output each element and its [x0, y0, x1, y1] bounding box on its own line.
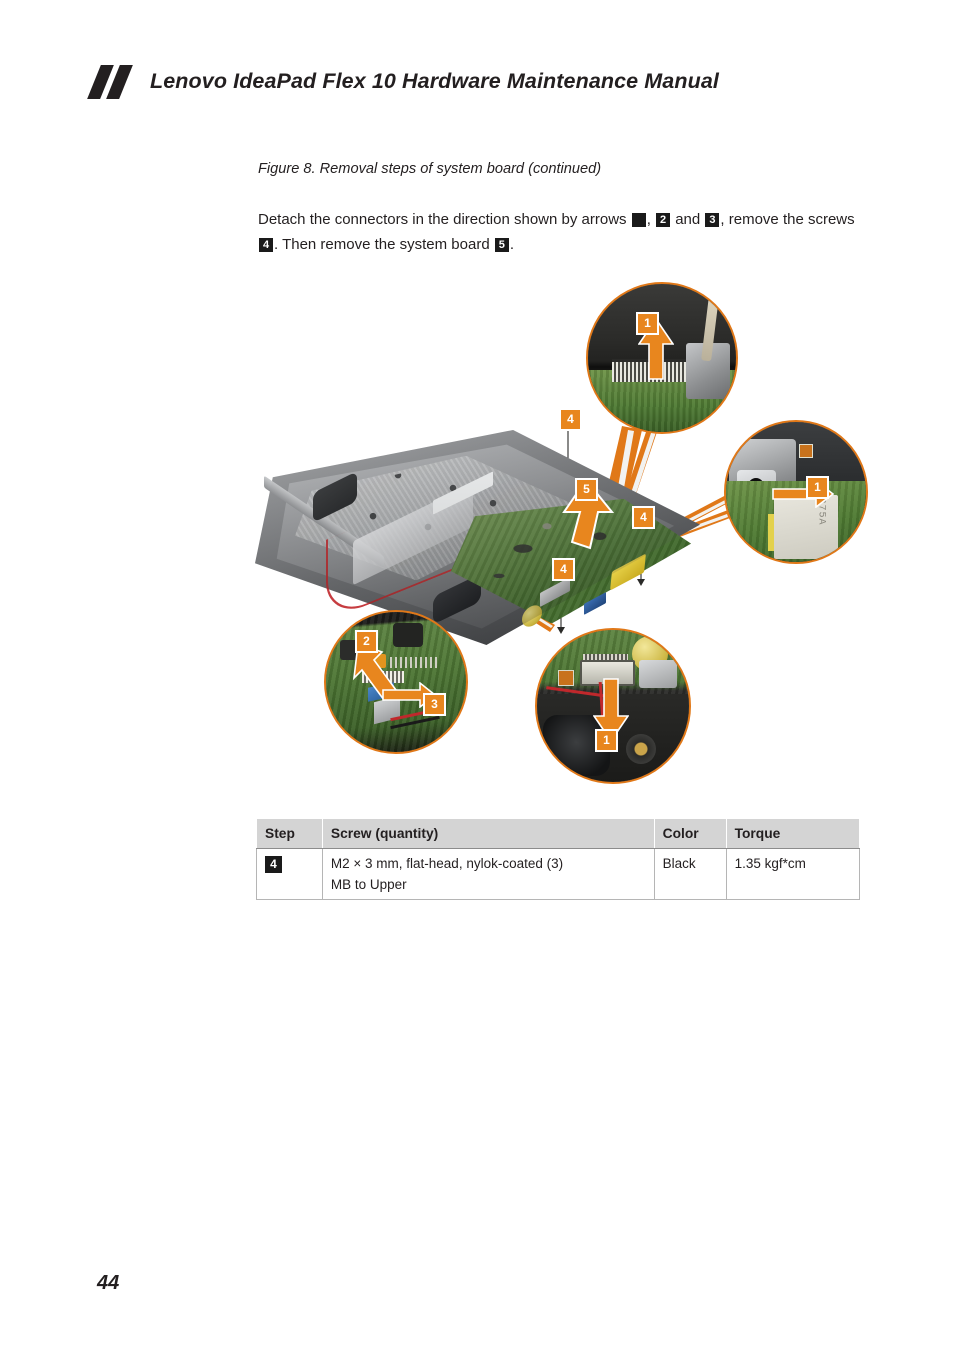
figure-8-image: 1 375A 1 2 3 1 4 4 4 5: [250, 280, 880, 800]
instruction-text-part4: .: [509, 235, 515, 253]
inline-badge-5: 5: [494, 237, 509, 252]
screw-specification-table: Step Screw (quantity) Color Torque 4 M2 …: [256, 818, 861, 900]
screw-description-line1: M2 × 3 mm, flat-head, nylok-coated (3): [330, 856, 564, 871]
screw-description-line2: MB to Upper: [330, 877, 407, 892]
board-badge-screw-bottom: 4: [552, 558, 575, 581]
callout-circle-right: 375A: [724, 420, 868, 564]
instruction-sep2: and: [671, 211, 705, 228]
page-title: Lenovo IdeaPad Flex 10 Hardware Maintena…: [150, 68, 719, 93]
callout-badge-bottom-left-3: 3: [423, 693, 446, 716]
callout-badge-top-1: 1: [636, 312, 659, 335]
page-number: 44: [97, 1272, 120, 1294]
board-badge-lift: 5: [575, 478, 598, 501]
table-row: 4 M2 × 3 mm, flat-head, nylok-coated (3)…: [256, 848, 861, 900]
board-badge-screw-right: 4: [632, 506, 655, 529]
instruction-text-part1: Detach the connectors in the direction s…: [258, 211, 631, 228]
callout-badge-bottom-left-2: 2: [355, 630, 378, 653]
instruction-text-part3: . Then remove the system board: [274, 235, 494, 253]
figure-caption: Figure 8. Removal steps of system board …: [258, 161, 602, 177]
step-badge: 4: [265, 856, 282, 873]
table-cell-torque: 1.35 kgf*cm: [725, 848, 861, 900]
table-cell-step: 4: [256, 848, 323, 900]
table-header-torque: Torque: [725, 818, 861, 849]
inline-badge-2: 2: [656, 213, 671, 227]
instruction-paragraph: Detach the connectors in the direction s…: [258, 208, 863, 258]
table-header-row: Step Screw (quantity) Color Torque: [256, 818, 861, 849]
table-header-color: Color: [653, 818, 727, 849]
laptop-chassis-photo: [255, 430, 700, 645]
table-header-screw: Screw (quantity): [321, 818, 655, 849]
callout-circle-bottom-center: [535, 628, 691, 784]
callout-badge-right-1: 1: [806, 476, 829, 499]
callout-circle-top: [586, 282, 738, 434]
inline-badge-3: 3: [705, 213, 720, 227]
callout-circle-bottom-left: [324, 610, 468, 754]
instruction-sep1: ,: [646, 211, 656, 228]
page-header: Lenovo IdeaPad Flex 10 Hardware Maintena…: [87, 58, 892, 104]
table-cell-color: Black: [653, 848, 727, 900]
table-cell-screw: M2 × 3 mm, flat-head, nylok-coated (3) M…: [321, 848, 655, 900]
inline-badge-1: 1: [631, 213, 646, 227]
inline-badge-4: 4: [259, 237, 273, 252]
instruction-text-part2: , remove the screws: [720, 211, 855, 228]
lenovo-slash-mark-icon: [87, 61, 138, 101]
board-badge-screw-top: 4: [559, 408, 582, 431]
table-header-step: Step: [256, 818, 323, 849]
callout-badge-bottom-center-1: 1: [595, 729, 618, 752]
